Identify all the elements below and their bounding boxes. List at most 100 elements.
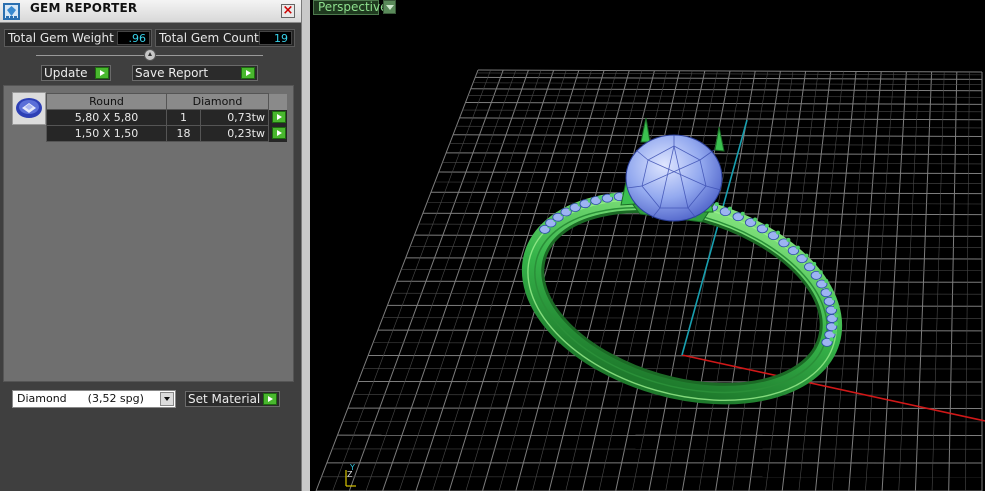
- material-dropdown-value: Diamond (3,52 spg): [17, 391, 144, 407]
- gem-weight-cell: 0,73tw: [200, 109, 269, 126]
- pave-prong: [829, 337, 834, 342]
- pave-prong: [598, 195, 603, 200]
- grid-line-col: [848, 71, 882, 491]
- grid-line-fine: [498, 70, 617, 491]
- gem-reporter-panel: GEM REPORTER × Total Gem Weight .96 Tota…: [0, 0, 301, 491]
- grid-line-fine: [565, 70, 668, 491]
- view-name-label: Perspective: [318, 0, 388, 14]
- pave-prong: [812, 261, 817, 266]
- save-report-button-label: Save Report: [135, 66, 209, 80]
- column-header-shape: Round: [46, 93, 167, 110]
- close-icon: ×: [282, 3, 294, 18]
- column-header-material: Diamond: [166, 93, 269, 110]
- grid-line-col: [382, 70, 529, 491]
- pave-prong: [776, 230, 780, 235]
- gem-weight-cell: 0,23tw: [200, 125, 269, 142]
- center-diamond: [625, 134, 723, 222]
- axis-gizmo-icon: Y Z: [345, 463, 356, 487]
- header-spacer: [268, 93, 287, 110]
- gem-reporter-icon: [3, 3, 20, 20]
- gem-size-cell: 1,50 X 1,50: [46, 125, 167, 142]
- grid-line-col: [615, 70, 706, 491]
- grid-line-col: [348, 69, 504, 491]
- prong-left-back: [640, 117, 651, 143]
- pave-prong: [753, 217, 758, 222]
- pave-prong: [834, 313, 839, 318]
- update-button-label: Update: [44, 66, 88, 80]
- pave-prong: [740, 211, 745, 216]
- row-select-button[interactable]: [268, 109, 287, 126]
- pave-prong: [786, 237, 791, 242]
- grid-line-fine: [665, 70, 743, 491]
- table-row[interactable]: 5,80 X 5,80 1 0,73tw: [46, 109, 287, 126]
- total-gem-weight-box: Total Gem Weight .96: [4, 29, 152, 47]
- gem-table: Round Diamond 5,80 X 5,80 1 0,73tw 1,50 …: [46, 93, 287, 142]
- total-gem-count-box: Total Gem Count 19: [155, 29, 295, 47]
- play-arrow-icon: [271, 111, 286, 124]
- grid-line-col: [914, 71, 933, 491]
- gem-list-area: Round Diamond 5,80 X 5,80 1 0,73tw 1,50 …: [3, 85, 294, 382]
- panel-splitter[interactable]: [301, 0, 310, 491]
- gem-table-header: Round Diamond: [46, 93, 287, 110]
- view-name-tab[interactable]: Perspective: [313, 0, 388, 15]
- pave-prong: [764, 223, 769, 228]
- grid-line-col: [581, 70, 681, 491]
- pave-prong: [832, 329, 837, 334]
- material-dropdown[interactable]: Diamond (3,52 spg): [12, 390, 176, 408]
- pave-prong: [727, 206, 732, 211]
- total-gem-weight-value: .96: [117, 31, 150, 45]
- grid-line-fine: [931, 71, 945, 491]
- pave-prong: [828, 287, 833, 292]
- grid-line-fine: [398, 70, 542, 491]
- set-material-button-label: Set Material: [188, 392, 261, 406]
- grid-line-col: [548, 70, 655, 491]
- material-density: (3,52 spg): [87, 392, 144, 405]
- pave-prong: [831, 296, 836, 301]
- close-button[interactable]: ×: [281, 4, 295, 18]
- prong-right-back: [714, 126, 725, 152]
- grid-line-col: [715, 71, 781, 491]
- grid-line-fine: [332, 69, 491, 491]
- table-row[interactable]: 1,50 X 1,50 18 0,23tw: [46, 125, 287, 142]
- panel-collapse-handle[interactable]: [144, 49, 156, 61]
- save-report-button[interactable]: Save Report: [132, 65, 258, 81]
- view-menu-chevron-down-icon[interactable]: [383, 0, 396, 14]
- grid-line-col: [315, 69, 479, 491]
- play-arrow-icon: [263, 393, 277, 405]
- axis-z-label: Z: [347, 470, 353, 479]
- viewport-scene: [315, 69, 985, 491]
- set-material-button[interactable]: Set Material: [185, 391, 280, 407]
- grid-line-col: [948, 71, 958, 491]
- grid-line-fine: [965, 71, 970, 491]
- grid-line-fine: [898, 71, 920, 491]
- grid-line-fine: [865, 71, 895, 491]
- play-arrow-icon: [271, 127, 286, 140]
- play-arrow-icon: [241, 67, 255, 79]
- pave-prong: [818, 270, 823, 275]
- round-gem-thumbnail[interactable]: [12, 92, 46, 125]
- pave-prong: [714, 202, 719, 207]
- chevron-down-icon[interactable]: [160, 392, 174, 406]
- pave-prong: [609, 193, 614, 198]
- pave-prong: [795, 245, 800, 250]
- pave-prong: [824, 279, 829, 283]
- gem-count-cell: 18: [166, 125, 201, 142]
- total-gem-weight-label: Total Gem Weight: [8, 31, 114, 45]
- grid-line-fine: [532, 70, 643, 491]
- construction-grid-fine: [321, 69, 983, 491]
- pave-prong: [833, 305, 838, 310]
- row-select-button[interactable]: [268, 125, 287, 142]
- gem-size-cell: 5,80 X 5,80: [46, 109, 167, 126]
- total-gem-count-label: Total Gem Count: [159, 31, 259, 45]
- grid-line-col: [881, 71, 907, 491]
- perspective-viewport[interactable]: Perspective Y Z: [310, 0, 985, 491]
- gem-count-cell: 1: [166, 109, 201, 126]
- update-button[interactable]: Update: [41, 65, 111, 81]
- material-name: Diamond: [17, 392, 67, 405]
- panel-title: GEM REPORTER: [30, 1, 138, 15]
- grid-line-col: [448, 70, 580, 491]
- grid-line-fine: [432, 70, 567, 491]
- panel-titlebar[interactable]: GEM REPORTER ×: [0, 0, 301, 23]
- total-gem-count-value: 19: [259, 31, 292, 45]
- play-arrow-icon: [95, 67, 109, 79]
